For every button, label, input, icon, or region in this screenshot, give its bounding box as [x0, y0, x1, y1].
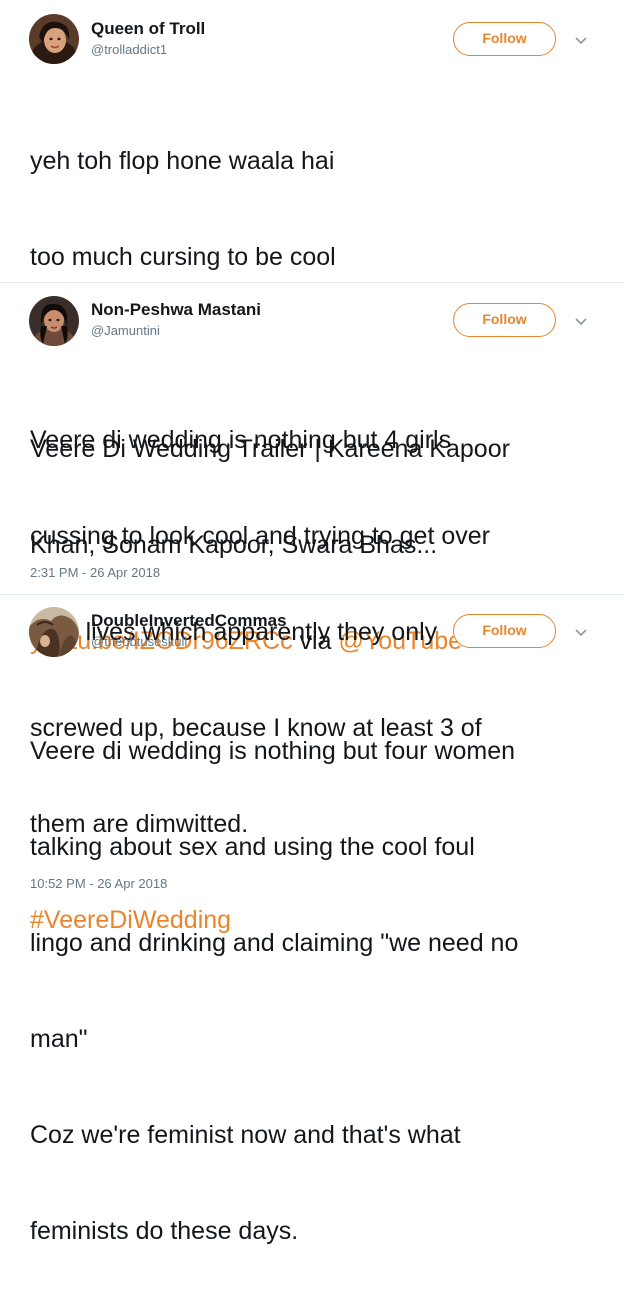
- tweet-3: DoubleInvertedCommas @theobtuseskull Fol…: [0, 0, 624, 1245]
- tweet-line: Veere di wedding is nothing but four wom…: [30, 737, 516, 765]
- timestamp[interactable]: 10:52 PM - 26 Apr 2018: [30, 876, 167, 891]
- author-handle[interactable]: @theobtuseskull: [91, 634, 187, 649]
- tweet-line: lingo and drinking and claiming "we need…: [30, 929, 519, 957]
- tweet-line: Coz we're feminist now and that's what: [30, 1121, 461, 1149]
- chevron-down-icon[interactable]: [574, 625, 588, 639]
- author-name[interactable]: DoubleInvertedCommas: [91, 611, 287, 631]
- tweet-line: talking about sex and using the cool fou…: [30, 833, 475, 861]
- tweet-line: man": [30, 1025, 88, 1053]
- tweet-line: feminists do these days.: [30, 1217, 299, 1245]
- avatar-doubleinvertedcommas[interactable]: [29, 607, 79, 657]
- follow-button[interactable]: Follow: [453, 614, 556, 648]
- tweet-text: Veere di wedding is nothing but four wom…: [30, 671, 610, 1311]
